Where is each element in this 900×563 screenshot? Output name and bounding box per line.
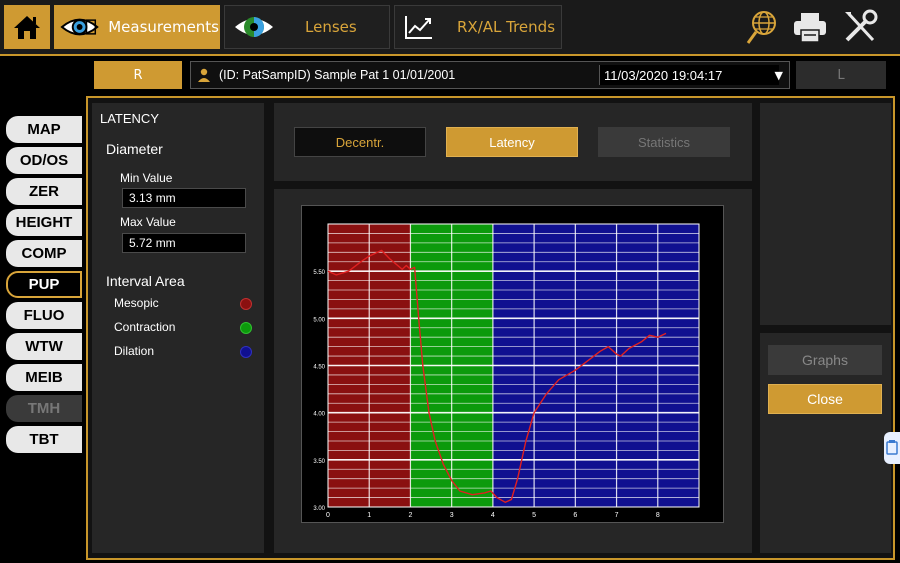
y-tick-label: 5.00: [313, 317, 325, 323]
home-button[interactable]: [4, 5, 50, 49]
x-tick-label: 2: [408, 512, 412, 519]
settings-button[interactable]: [840, 6, 880, 48]
x-tick-label: 4: [491, 512, 495, 519]
tab-latency[interactable]: Latency: [446, 127, 578, 157]
chevron-down-icon[interactable]: ▼: [775, 69, 783, 82]
lens-icon: [235, 17, 273, 37]
side-handle[interactable]: [884, 432, 900, 464]
rx-al-trends-button[interactable]: RX/AL Trends: [394, 5, 562, 49]
tab-decentr[interactable]: Decentr.: [294, 127, 426, 157]
contraction-color-dot: [240, 322, 252, 334]
x-tick-label: 6: [573, 512, 577, 519]
diameter-heading: Diameter: [106, 141, 163, 157]
min-value-label: Min Value: [120, 171, 173, 185]
interval-dilation-label: Dilation: [114, 344, 155, 358]
right-actions-panel: Graphs Close: [760, 333, 891, 553]
user-icon: [198, 68, 210, 82]
patient-bar: R (ID: PatSampID) Sample Pat 1 01/01/200…: [0, 58, 900, 94]
nav-item-pup[interactable]: PUP: [6, 271, 82, 298]
globe-icon: [746, 11, 776, 44]
mesopic-color-dot: [240, 298, 252, 310]
x-tick-label: 0: [326, 512, 330, 519]
trend-chart-icon: [405, 16, 432, 39]
x-tick-label: 1: [367, 512, 371, 519]
nav-item-comp[interactable]: COMP: [6, 240, 82, 267]
x-tick-label: 7: [615, 512, 619, 519]
view-tabs: Decentr. Latency Statistics: [274, 103, 752, 181]
top-toolbar: Measurements Lenses RX/AL Trends: [0, 0, 900, 56]
nav-item-height[interactable]: HEIGHT: [6, 209, 82, 236]
print-button[interactable]: [790, 6, 830, 48]
nav-item-od-os[interactable]: OD/OS: [6, 147, 82, 174]
tab-statistics[interactable]: Statistics: [598, 127, 730, 157]
eye-measure-icon: [60, 18, 99, 36]
home-icon: [14, 16, 40, 39]
chart-panel: 3.00 3.50 4.00 4.50 5.00 5.50 0 1 2 3 4 5 6 7 8: [274, 189, 752, 553]
trends-label: RX/AL Trends: [457, 18, 556, 36]
printer-icon: [794, 13, 826, 43]
max-value-label: Max Value: [120, 215, 176, 229]
patient-selector[interactable]: (ID: PatSampID) Sample Pat 1 01/01/2001 …: [190, 61, 790, 89]
nav-item-zer[interactable]: ZER: [6, 178, 82, 205]
clipboard-icon: [886, 440, 898, 455]
web-button[interactable]: [742, 6, 782, 48]
max-value-field: 5.72 mm: [122, 233, 246, 253]
nav-item-map[interactable]: MAP: [6, 116, 82, 143]
dilation-color-dot: [240, 346, 252, 358]
lenses-label: Lenses: [305, 18, 357, 36]
left-eye-button[interactable]: L: [796, 61, 886, 89]
nav-item-fluo[interactable]: FLUO: [6, 302, 82, 329]
x-tick-label: 3: [450, 512, 454, 519]
patient-name: (ID: PatSampID) Sample Pat 1 01/01/2001: [219, 68, 456, 82]
latency-chart: 3.00 3.50 4.00 4.50 5.00 5.50 0 1 2 3 4 5 6 7 8: [313, 223, 700, 519]
nav-item-tmh[interactable]: TMH: [6, 395, 82, 422]
x-tick-label: 5: [532, 512, 536, 519]
x-tick-label: 8: [656, 512, 660, 519]
exam-date: 11/03/2020 19:04:17: [599, 65, 779, 85]
measurements-label: Measurements: [108, 18, 219, 36]
tools-icon: [845, 9, 878, 42]
y-tick-label: 3.00: [313, 506, 325, 512]
measurements-button[interactable]: Measurements: [54, 5, 220, 49]
close-button[interactable]: Close: [768, 384, 882, 414]
nav-item-wtw[interactable]: WTW: [6, 333, 82, 360]
interval-contraction-label: Contraction: [114, 320, 176, 334]
min-value-field: 3.13 mm: [122, 188, 246, 208]
nav-item-tbt[interactable]: TBT: [6, 426, 82, 453]
interval-mesopic-label: Mesopic: [114, 296, 159, 310]
latency-info-panel: LATENCY Diameter Min Value 3.13 mm Max V…: [92, 103, 264, 553]
right-top-panel: [760, 103, 891, 325]
nav-item-meib[interactable]: MEIB: [6, 364, 82, 391]
panel-title: LATENCY: [100, 111, 159, 126]
right-eye-button[interactable]: R: [94, 61, 182, 89]
latency-chart-frame: 3.00 3.50 4.00 4.50 5.00 5.50 0 1 2 3 4 5 6 7 8: [301, 205, 724, 523]
y-tick-label: 4.50: [313, 365, 325, 371]
y-tick-label: 4.00: [313, 412, 325, 418]
y-tick-label: 5.50: [313, 270, 325, 276]
y-tick-label: 3.50: [313, 459, 325, 465]
graphs-button[interactable]: Graphs: [768, 345, 882, 375]
lenses-button[interactable]: Lenses: [224, 5, 390, 49]
interval-area-heading: Interval Area: [106, 273, 185, 289]
